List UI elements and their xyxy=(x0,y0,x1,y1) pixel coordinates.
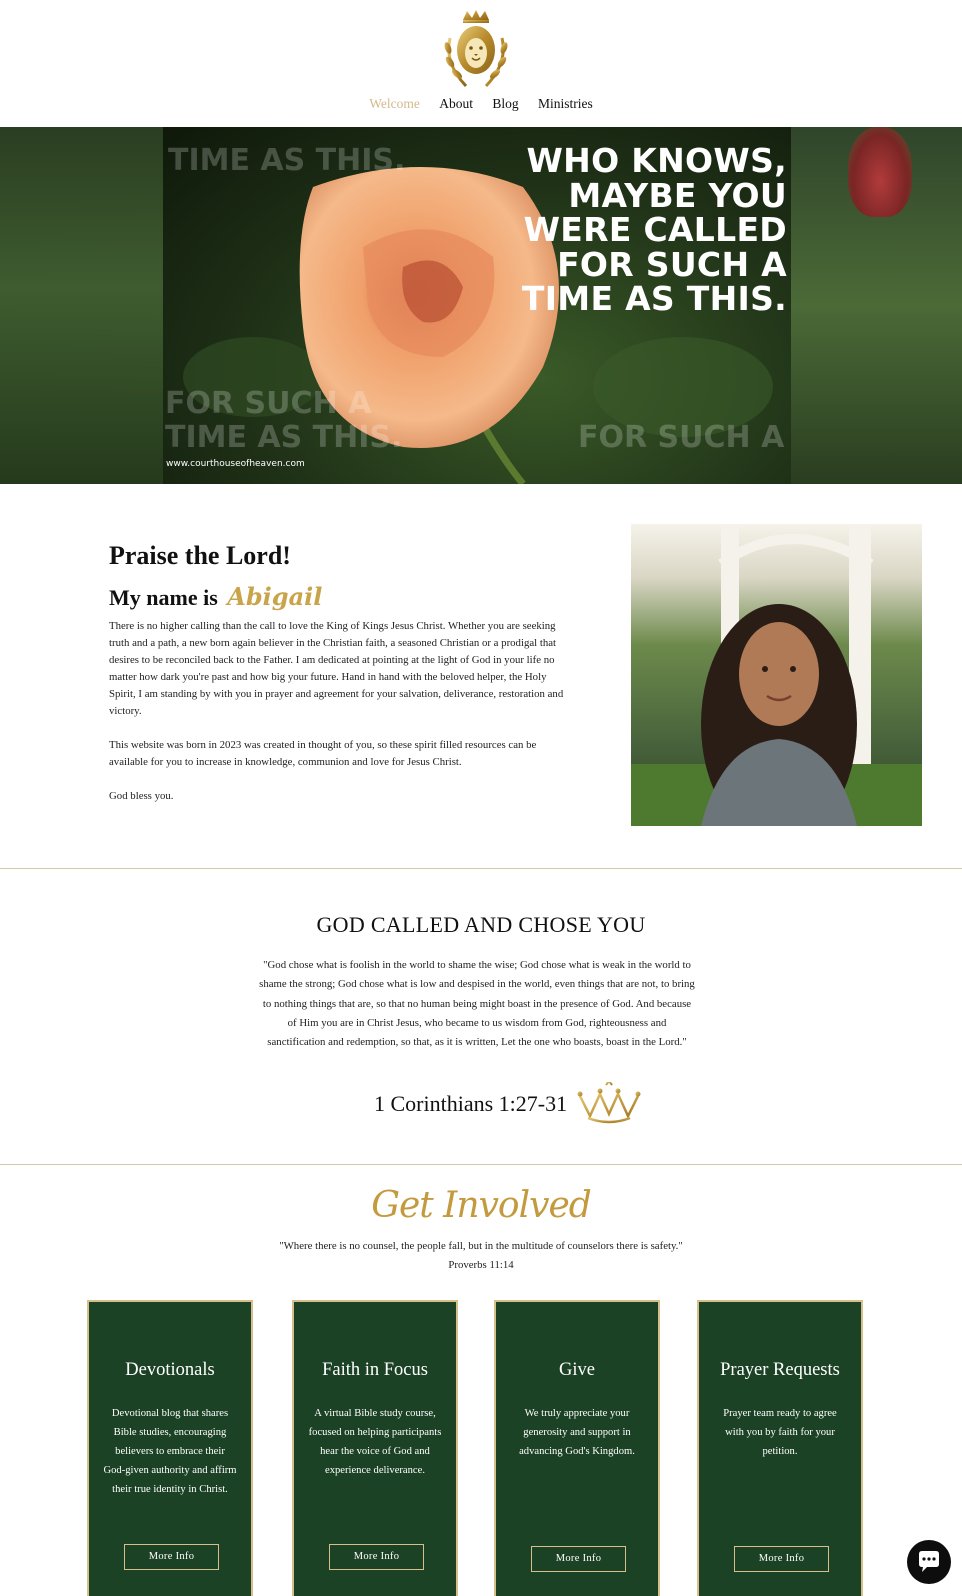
hero-ghost-text-bottom-left: FOR SUCH A TIME AS THIS. xyxy=(165,387,402,455)
more-info-button[interactable]: More Info xyxy=(124,1544,219,1570)
hero-website-url: www.courthouseofheaven.com xyxy=(166,459,305,469)
section-divider xyxy=(0,1164,962,1165)
get-involved-reference: Proverbs 11:14 xyxy=(448,1259,514,1271)
hero-headline-line: MAYBE YOU xyxy=(568,175,787,215)
nav-item-blog[interactable]: Blog xyxy=(492,96,518,112)
card-faith-in-focus: Faith in Focus A virtual Bible study cou… xyxy=(292,1300,458,1596)
section-divider xyxy=(0,868,962,869)
intro-body: There is no higher calling than the call… xyxy=(109,618,565,822)
intro-name-prefix: My name is xyxy=(109,585,218,610)
intro-name-signature: Abigail xyxy=(227,582,323,611)
hero-banner: TIME AS THIS. FOR SUCH A TIME AS THIS. F… xyxy=(0,127,962,484)
more-info-button[interactable]: More Info xyxy=(734,1546,829,1572)
intro-paragraph: This website was born in 2023 was create… xyxy=(109,739,537,768)
verse-text: "God chose what is foolish in the world … xyxy=(259,959,695,1049)
intro-name-line: My name is Abigail xyxy=(109,582,322,611)
verse-section-title: GOD CALLED AND CHOSE YOU xyxy=(316,912,646,937)
hero-ghost-text-bottom-right: FOR SUCH A xyxy=(578,420,785,455)
hero-headline-line: WHO KNOWS, xyxy=(526,141,787,180)
card-prayer-requests: Prayer Requests Prayer team ready to agr… xyxy=(697,1300,863,1596)
card-description: Devotional blog that shares Bible studie… xyxy=(103,1408,237,1495)
hero-headline: WHO KNOWS, MAYBE YOU WERE CALLED FOR SUC… xyxy=(521,141,787,318)
chat-button[interactable] xyxy=(907,1540,951,1584)
intro-paragraph: There is no higher calling than the call… xyxy=(109,620,564,717)
card-description: We truly appreciate your generosity and … xyxy=(519,1408,635,1457)
hero-headline-line: TIME AS THIS. xyxy=(521,279,787,318)
card-devotionals: Devotionals Devotional blog that shares … xyxy=(87,1300,253,1596)
card-title: Give xyxy=(559,1360,595,1380)
get-involved-title: Get Involved xyxy=(371,1185,592,1226)
card-title: Devotionals xyxy=(125,1360,215,1380)
card-title: Faith in Focus xyxy=(322,1360,428,1380)
more-info-button[interactable]: More Info xyxy=(531,1546,626,1572)
card-description: A virtual Bible study course, focused on… xyxy=(308,1408,442,1476)
card-give: Give We truly appreciate your generosity… xyxy=(494,1300,660,1596)
intro-heading: Praise the Lord! xyxy=(109,541,291,570)
portrait-photo xyxy=(631,524,922,826)
hero-headline-line: WERE CALLED xyxy=(523,210,787,249)
nav-item-ministries[interactable]: Ministries xyxy=(538,96,593,112)
hero-headline-line: FOR SUCH A xyxy=(557,244,787,284)
main-nav: Welcome About Blog Ministries xyxy=(0,96,962,112)
more-info-button[interactable]: More Info xyxy=(329,1544,424,1570)
hero-foliage-left xyxy=(0,127,163,484)
ghost-line: TIME AS THIS. xyxy=(165,420,403,455)
card-description: Prayer team ready to agree with you by f… xyxy=(723,1408,837,1457)
site-header: Welcome About Blog Ministries xyxy=(0,0,962,127)
crown-icon xyxy=(577,1082,641,1124)
portrait-illustration xyxy=(631,524,922,826)
hero-ghost-text-top: TIME AS THIS. xyxy=(168,143,406,178)
rose-bud-image xyxy=(848,127,912,217)
nav-item-welcome[interactable]: Welcome xyxy=(369,96,420,112)
ghost-line: FOR SUCH A xyxy=(165,386,372,421)
verse-reference: 1 Corinthians 1:27-31 xyxy=(374,1091,568,1116)
intro-paragraph: God bless you. xyxy=(109,790,174,802)
card-title: Prayer Requests xyxy=(720,1360,840,1380)
nav-item-about[interactable]: About xyxy=(439,96,473,112)
lion-crown-logo-icon[interactable] xyxy=(436,8,516,92)
chat-bubble-icon xyxy=(919,1551,939,1572)
get-involved-quote: "Where there is no counsel, the people f… xyxy=(279,1240,683,1252)
